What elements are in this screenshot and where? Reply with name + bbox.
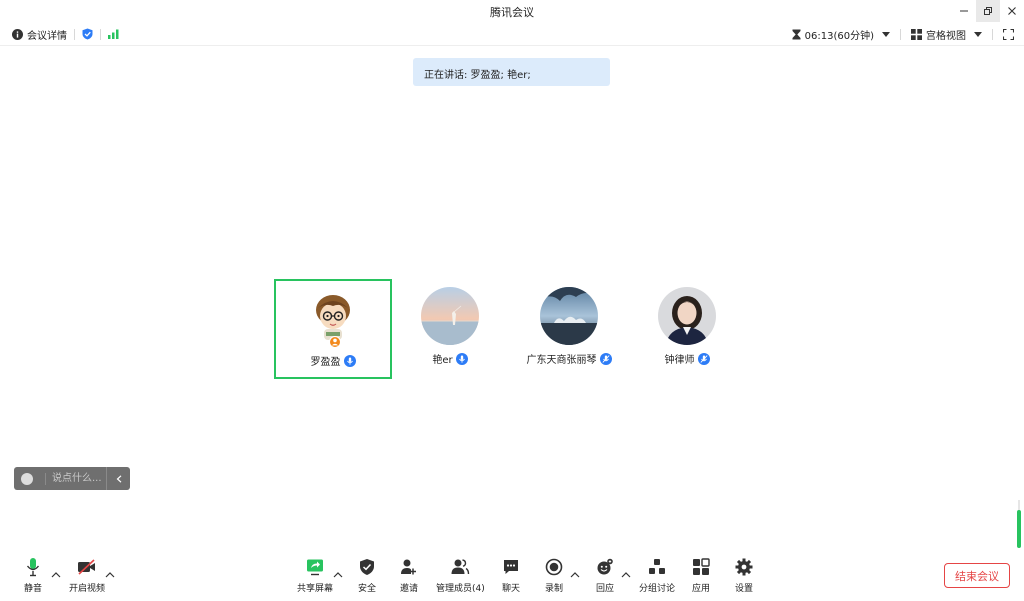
chevron-up-icon[interactable]	[105, 571, 115, 579]
chevron-up-icon[interactable]	[333, 571, 343, 579]
emoji-icon[interactable]	[21, 472, 33, 485]
close-button[interactable]	[1000, 0, 1024, 22]
restore-button[interactable]	[976, 0, 1000, 22]
chevron-up-icon[interactable]	[51, 571, 61, 579]
shield-icon[interactable]	[82, 28, 93, 40]
restore-icon	[984, 7, 992, 15]
fullscreen-icon[interactable]	[1003, 28, 1014, 40]
microphone-icon	[26, 558, 40, 577]
start-video-button[interactable]: 开启视频	[69, 556, 105, 594]
react-label: 回应	[595, 584, 614, 594]
chevron-up-icon[interactable]	[621, 571, 631, 579]
mic-muted-icon	[599, 352, 612, 365]
view-mode-label: 宫格视图	[926, 30, 966, 42]
participant-tile[interactable]: 艳er	[391, 279, 509, 379]
participant-tile[interactable]: 钟律师	[628, 279, 746, 379]
chat-placeholder[interactable]: 说点什么...	[45, 472, 102, 485]
participant-tile[interactable]: 广东天商张丽琴	[510, 279, 628, 379]
chevron-down-icon	[974, 31, 982, 37]
grid-view-icon	[911, 28, 922, 40]
minimize-icon	[960, 10, 968, 12]
avatar	[540, 287, 598, 345]
settings-label: 设置	[734, 584, 753, 594]
chevron-left-icon	[116, 474, 121, 483]
divider	[900, 28, 901, 40]
breakout-rooms-button[interactable]: 分组讨论	[639, 556, 675, 594]
settings-button[interactable]: 设置	[733, 556, 755, 594]
close-icon	[1008, 7, 1016, 15]
manage-members-label: 管理成员(4)	[436, 584, 485, 594]
invite-button[interactable]: 邀请	[398, 556, 420, 594]
hourglass-icon	[792, 29, 801, 39]
chat-icon	[504, 560, 518, 574]
invite-label: 邀请	[399, 584, 418, 594]
divider	[100, 28, 101, 40]
chat-label: 聊天	[501, 584, 520, 594]
record-label: 录制	[544, 584, 563, 594]
mic-speaking-icon	[343, 354, 356, 367]
meeting-window: 腾讯会议 会议详情 06:13(60分钟) 宫格视图 正在讲话: 罗盈盈; 艳e…	[0, 0, 1024, 601]
meeting-info-bar: 会议详情 06:13(60分钟) 宫格视图	[0, 22, 1024, 46]
participant-name: 艳er	[432, 355, 453, 366]
share-screen-icon	[307, 559, 323, 576]
mute-label: 静音	[23, 584, 42, 594]
view-mode-selector[interactable]: 宫格视图	[911, 27, 982, 42]
react-button[interactable]: 回应	[594, 556, 616, 594]
meeting-details-label: 会议详情	[27, 30, 67, 42]
security-button[interactable]: 安全	[356, 556, 378, 594]
info-icon	[12, 28, 23, 40]
share-screen-label: 共享屏幕	[297, 584, 334, 594]
avatar	[658, 287, 716, 345]
chat-quick-input[interactable]: 说点什么...	[14, 467, 130, 490]
mic-speaking-icon	[455, 352, 468, 365]
start-video-label: 开启视频	[69, 584, 106, 594]
manage-members-button[interactable]: 管理成员(4)	[436, 556, 485, 594]
minimize-button[interactable]	[952, 0, 976, 22]
video-off-icon	[78, 559, 95, 575]
user-icon	[331, 338, 339, 346]
divider	[74, 28, 75, 40]
participant-name: 罗盈盈	[310, 357, 341, 368]
breakout-icon	[649, 559, 665, 574]
invite-user-icon	[401, 559, 416, 575]
participant-name: 钟律师	[664, 355, 695, 366]
title-bar: 腾讯会议	[0, 0, 1024, 22]
share-screen-button[interactable]: 共享屏幕	[297, 556, 333, 594]
end-meeting-button[interactable]: 结束会议	[944, 563, 1010, 588]
collapse-button[interactable]	[106, 467, 130, 490]
participant-tile[interactable]: 罗盈盈	[274, 279, 392, 379]
gear-icon	[735, 558, 753, 576]
timer-label: 06:13(60分钟)	[804, 30, 874, 42]
record-icon	[545, 558, 563, 576]
meeting-timer[interactable]: 06:13(60分钟)	[792, 27, 890, 42]
members-icon	[451, 559, 470, 575]
security-label: 安全	[357, 584, 376, 594]
active-speaker-banner: 正在讲话: 罗盈盈; 艳er;	[413, 58, 610, 86]
divider	[992, 28, 993, 40]
apps-label: 应用	[691, 584, 710, 594]
window-title: 腾讯会议	[490, 6, 534, 19]
chevron-up-icon[interactable]	[570, 571, 580, 579]
chevron-down-icon	[882, 31, 890, 37]
window-controls	[952, 0, 1024, 22]
breakout-rooms-label: 分组讨论	[639, 584, 676, 594]
volume-indicator	[1016, 500, 1022, 548]
chat-button[interactable]: 聊天	[500, 556, 522, 594]
reaction-icon	[597, 558, 613, 575]
meeting-details-button[interactable]: 会议详情	[12, 27, 67, 42]
participant-name: 广东天商张丽琴	[526, 355, 597, 366]
apps-button[interactable]: 应用	[690, 556, 712, 594]
security-shield-icon	[360, 559, 374, 575]
mic-muted-icon	[697, 352, 710, 365]
avatar	[421, 287, 479, 345]
signal-icon[interactable]	[108, 29, 119, 39]
mute-button[interactable]: 静音	[22, 556, 44, 594]
host-badge	[329, 336, 341, 348]
record-button[interactable]: 录制	[543, 556, 565, 594]
apps-grid-icon	[693, 558, 710, 575]
